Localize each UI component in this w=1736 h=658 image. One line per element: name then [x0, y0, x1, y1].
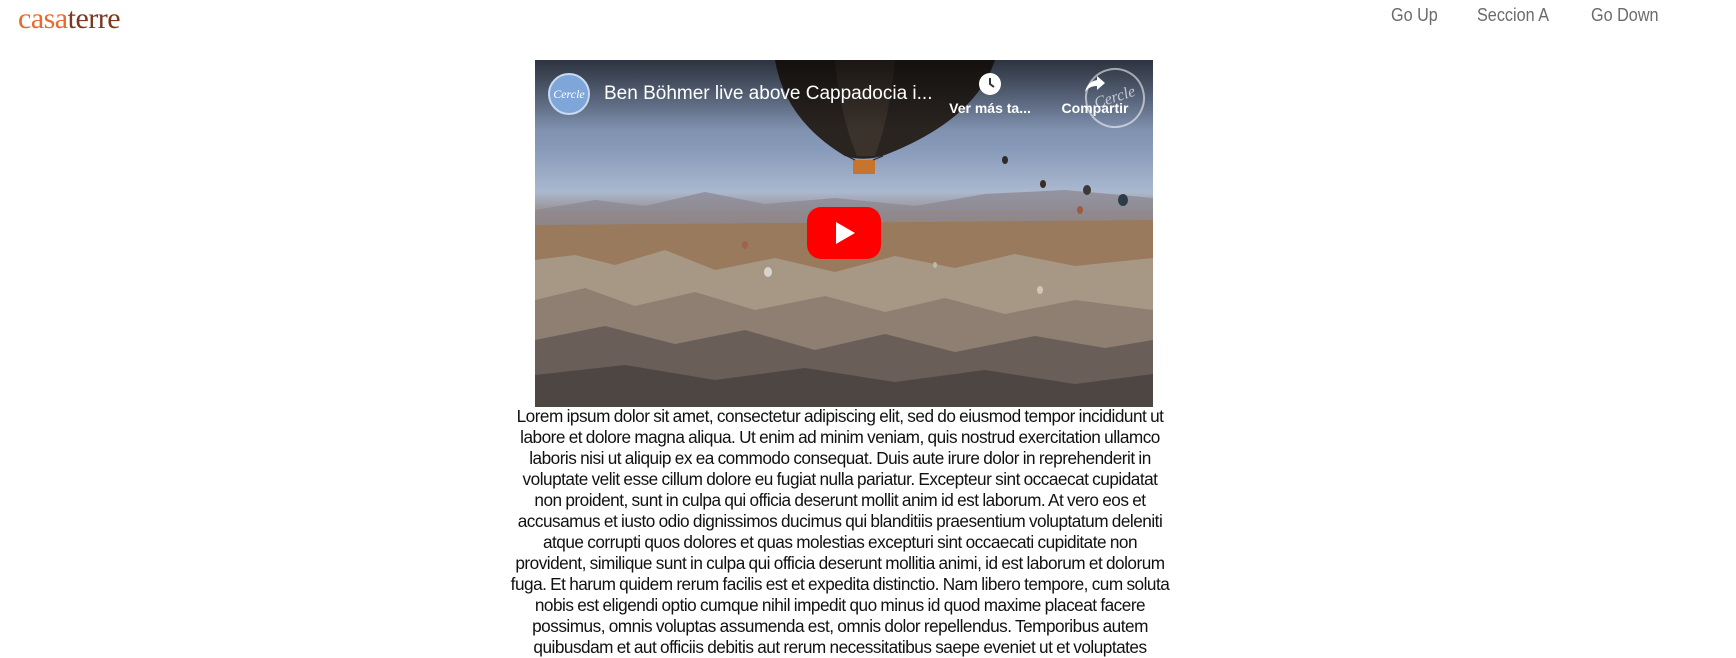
nav-link-go-down[interactable]: Go Down — [1591, 4, 1659, 26]
youtube-play-icon[interactable] — [807, 207, 881, 259]
top-bar: casaterre Go Up Seccion A Go Down — [0, 0, 1736, 40]
site-logo[interactable]: casaterre — [18, 0, 121, 38]
main-nav: Go Up Seccion A Go Down — [1391, 4, 1666, 26]
channel-avatar[interactable]: Cercle — [548, 73, 590, 115]
youtube-video-embed[interactable]: Cercle Ben Böhmer live above Cappadocia … — [535, 60, 1153, 407]
watch-later-label: Ver más ta... — [949, 100, 1031, 116]
clock-icon — [979, 73, 1001, 95]
play-triangle-icon — [836, 222, 855, 244]
watch-later-button[interactable]: Ver más ta... — [940, 72, 1040, 116]
logo-text-terre: terre — [67, 2, 121, 35]
video-title[interactable]: Ben Böhmer live above Cappadocia i... — [604, 82, 932, 106]
nav-link-go-up[interactable]: Go Up — [1391, 4, 1438, 26]
logo-text-casa: casa — [18, 2, 68, 35]
nav-link-seccion-a[interactable]: Seccion A — [1477, 4, 1549, 26]
body-paragraph: Lorem ipsum dolor sit amet, consectetur … — [510, 406, 1170, 657]
